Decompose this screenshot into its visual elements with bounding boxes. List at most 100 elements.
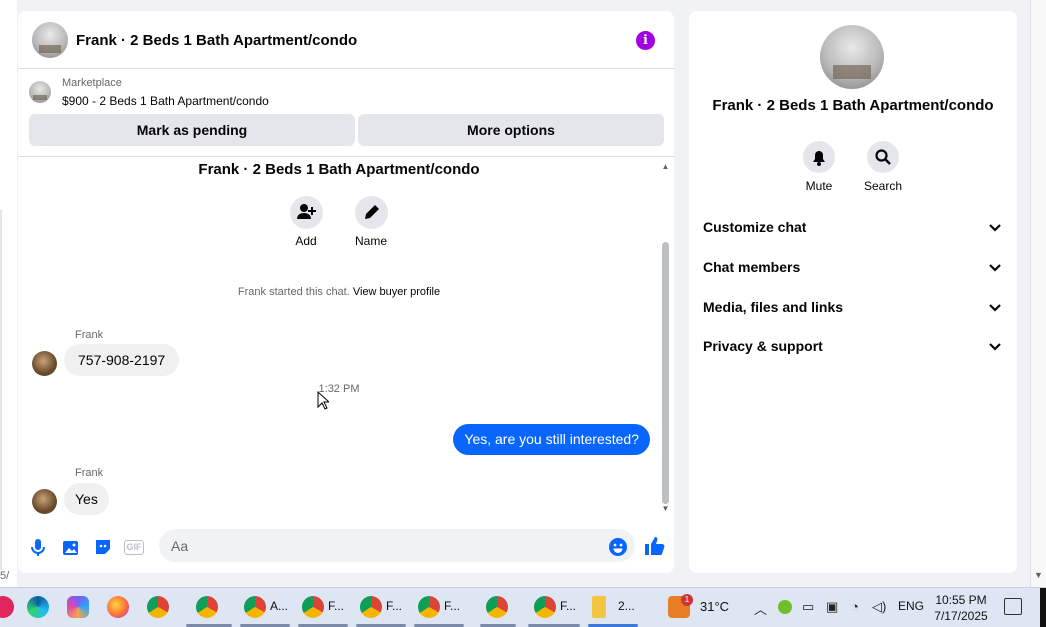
tray-app-icon[interactable] <box>778 600 792 614</box>
microphone-icon[interactable] <box>28 537 48 557</box>
mute-button[interactable]: Mute <box>789 141 849 193</box>
search-button[interactable]: Search <box>853 141 913 193</box>
info-icon[interactable]: i <box>636 31 655 50</box>
clock[interactable]: 10:55 PM 7/17/2025 <box>930 592 992 624</box>
add-people-button[interactable]: Add <box>276 196 336 248</box>
language-indicator[interactable]: ENG <box>898 599 924 613</box>
camera-icon[interactable]: ▣ <box>826 599 838 615</box>
sticker-icon[interactable] <box>93 537 113 557</box>
message-input[interactable] <box>159 529 635 562</box>
mark-as-pending-button[interactable]: Mark as pending <box>29 114 355 146</box>
pencil-icon <box>354 196 388 229</box>
volume-icon[interactable]: ◁) <box>872 599 886 615</box>
search-icon <box>867 141 899 173</box>
section-label: Chat members <box>703 259 801 275</box>
taskbar-window-label[interactable]: F... <box>444 599 460 613</box>
chrome-profile-icon[interactable] <box>486 596 508 618</box>
view-buyer-profile-link[interactable]: View buyer profile <box>353 286 440 298</box>
scroll-down-arrow-icon[interactable]: ▼ <box>661 504 670 513</box>
left-window-edge: 5/ <box>0 0 17 587</box>
chat-started-text: Frank started this chat. <box>237 286 350 298</box>
message-composer: GIF <box>18 521 674 573</box>
like-icon[interactable] <box>644 535 666 557</box>
folder-icon[interactable] <box>592 596 606 618</box>
add-label: Add <box>295 234 317 248</box>
copilot-icon[interactable] <box>67 596 89 618</box>
chat-title[interactable]: Frank · 2 Beds 1 Bath Apartment/condo <box>76 32 357 49</box>
listing-photo-avatar[interactable] <box>820 25 884 89</box>
weather-badge: 1 <box>681 594 693 606</box>
taskbar-window-label[interactable]: A... <box>270 599 288 613</box>
firefox-icon[interactable] <box>107 596 129 618</box>
mouse-cursor-icon <box>317 391 329 410</box>
more-options-button[interactable]: More options <box>358 114 664 146</box>
clock-time: 10:55 PM <box>935 593 987 607</box>
message-timestamp: 1:32 PM <box>318 383 360 395</box>
taskbar-window-label[interactable]: F... <box>386 599 402 613</box>
weather-temperature[interactable]: 31°C <box>700 599 729 614</box>
chrome-profile-icon[interactable] <box>360 596 382 618</box>
emoji-icon[interactable] <box>609 538 627 556</box>
chrome-profile-icon[interactable] <box>302 596 324 618</box>
windows-taskbar: A... F... F... F... F... 2... 1 31°C ︿ ▭… <box>0 587 1046 627</box>
conversation-area: Frank · 2 Beds 1 Bath Apartment/condo Ad… <box>18 158 674 521</box>
show-desktop-button[interactable] <box>1040 588 1046 627</box>
chevron-down-icon <box>989 224 1001 232</box>
message-sender: Frank <box>75 329 104 341</box>
chevron-down-icon <box>989 343 1001 351</box>
left-url-fragment: 5/ <box>0 570 10 582</box>
section-media-files-links[interactable]: Media, files and links <box>689 289 1017 325</box>
section-privacy-support[interactable]: Privacy & support <box>689 328 1017 364</box>
section-chat-members[interactable]: Chat members <box>689 249 1017 285</box>
edge-icon[interactable] <box>27 596 49 618</box>
chat-panel: Frank · 2 Beds 1 Bath Apartment/condo i … <box>18 11 674 573</box>
listing-price-title[interactable]: $900 - 2 Beds 1 Bath Apartment/condo <box>62 94 269 108</box>
clock-date: 7/17/2025 <box>934 609 988 623</box>
name-chat-button[interactable]: Name <box>341 196 401 248</box>
message-bubble-incoming[interactable]: Yes <box>64 483 109 515</box>
message-sender: Frank <box>75 467 104 479</box>
conversation-scrollbar[interactable]: ▲ ▼ <box>661 162 670 513</box>
listing-thumbnail[interactable] <box>29 81 51 103</box>
chat-info-panel: Frank · 2 Beds 1 Bath Apartment/condo Mu… <box>689 11 1017 573</box>
chevron-down-icon <box>989 264 1001 272</box>
sender-avatar[interactable] <box>32 351 57 376</box>
scroll-down-arrow-icon[interactable]: ▼ <box>1034 570 1043 580</box>
chrome-profile-icon[interactable] <box>196 596 218 618</box>
sender-avatar[interactable] <box>32 489 57 514</box>
name-label: Name <box>354 234 387 248</box>
chat-started-notice: Frank started this chat. View buyer prof… <box>18 286 660 298</box>
scroll-up-arrow-icon[interactable]: ▲ <box>661 162 670 171</box>
chevron-up-icon[interactable]: ︿ <box>754 599 767 618</box>
wifi-icon[interactable]: ◔ <box>851 599 859 614</box>
add-person-icon <box>289 196 323 229</box>
battery-icon[interactable]: ▭ <box>802 599 814 615</box>
taskbar-window-label[interactable]: F... <box>560 599 576 613</box>
search-label: Search <box>863 179 903 193</box>
section-label: Customize chat <box>703 219 807 235</box>
section-label: Media, files and links <box>703 299 844 315</box>
notification-icon[interactable] <box>1004 598 1022 615</box>
taskbar-window-label[interactable]: 2... <box>618 599 635 613</box>
page-scrollbar[interactable]: ▼ <box>1030 0 1046 587</box>
marketplace-listing-bar: Marketplace $900 - 2 Beds 1 Bath Apartme… <box>18 69 674 157</box>
info-panel-title: Frank · 2 Beds 1 Bath Apartment/condo <box>712 97 994 114</box>
taskbar-window-label[interactable]: F... <box>328 599 344 613</box>
photo-icon[interactable] <box>61 537 81 557</box>
listing-avatar[interactable] <box>32 22 68 58</box>
scrollbar-thumb[interactable] <box>662 242 669 504</box>
chrome-profile-icon[interactable] <box>534 596 556 618</box>
message-bubble-incoming[interactable]: 757-908-2197 <box>64 344 180 376</box>
chrome-icon[interactable] <box>147 596 169 618</box>
chevron-down-icon <box>989 304 1001 312</box>
left-divider <box>0 210 2 570</box>
chrome-profile-icon[interactable] <box>418 596 440 618</box>
gif-icon[interactable]: GIF <box>124 540 144 555</box>
chat-header: Frank · 2 Beds 1 Bath Apartment/condo i <box>18 11 674 69</box>
section-label: Privacy & support <box>703 338 823 354</box>
message-bubble-outgoing[interactable]: Yes, are you still interested? <box>453 424 650 455</box>
chrome-profile-icon[interactable] <box>244 596 266 618</box>
app-icon-partial[interactable] <box>0 596 14 618</box>
mute-label: Mute <box>805 179 833 193</box>
section-customize-chat[interactable]: Customize chat <box>689 209 1017 245</box>
